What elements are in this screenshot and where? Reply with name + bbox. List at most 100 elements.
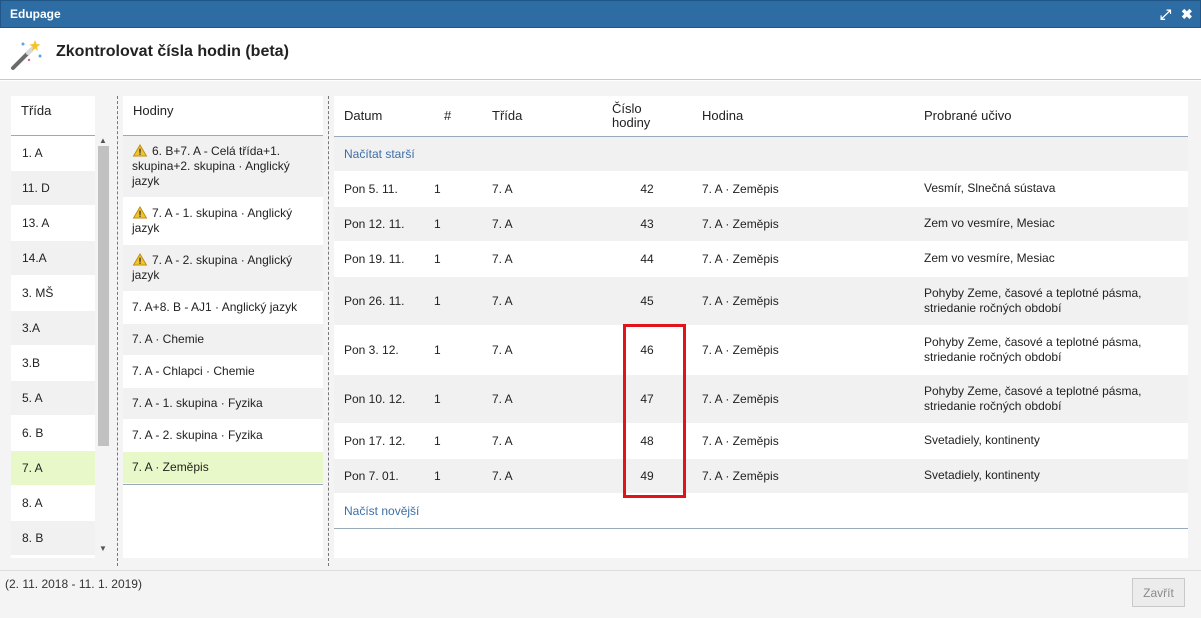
lesson-item[interactable]: 7. A - 2. skupina · Anglický jazyk	[123, 245, 323, 292]
cell-class: 7. A	[482, 206, 602, 242]
close-button[interactable]: Zavřít	[1132, 578, 1185, 607]
dialog-body: Třída 1. A 11. D 13. A 14.A 3. MŠ 3.A 3.B 5. A6…	[0, 81, 1201, 570]
cell-lesson: 7. A · Zeměpis	[692, 325, 914, 375]
lesson-item[interactable]: 7. A+8. B - AJ1 · Anglický jazyk	[123, 292, 323, 324]
scroll-up-icon[interactable]: ▲	[99, 136, 107, 145]
lesson-list: Hodiny 6. B+7. A - Celá třída+1. skupina…	[123, 96, 323, 558]
class-item[interactable]: 6. B	[11, 416, 95, 451]
cell-date: Pon 12. 11.	[334, 206, 434, 242]
cell-class: 7. A	[482, 325, 602, 375]
close-icon[interactable]: ✖	[1181, 5, 1193, 23]
class-item[interactable]: 8. B	[11, 521, 95, 556]
cell-topic: Pohyby Zeme, časové a teplotné pásma, st…	[914, 276, 1188, 326]
cell-hash: 1	[434, 241, 482, 277]
cell-date: Pon 10. 12.	[334, 374, 434, 424]
table-row[interactable]: Pon 17. 12. 1 7. A 48 7. A · Zeměpis Svetadie…	[334, 423, 1188, 459]
class-item[interactable]: 14.A	[11, 241, 95, 276]
cell-class: 7. A	[482, 171, 602, 207]
lesson-item-label: 6. B+7. A - Celá třída+1. skupina+2. sku…	[132, 144, 290, 188]
table-row[interactable]: Pon 12. 11. 1 7. A 43 7. A · Zeměpis Zem vo v…	[334, 206, 1188, 242]
class-item[interactable]: 11. D	[11, 171, 95, 206]
maximize-icon[interactable]: ⤢	[1160, 5, 1171, 23]
cell-topic: Svetadiely, kontinenty	[914, 423, 1188, 459]
cell-hash: 1	[434, 458, 482, 494]
header-topic: Probrané učivo	[914, 96, 1188, 137]
class-item[interactable]: 1. A	[11, 136, 95, 171]
cell-hash: 1	[434, 171, 482, 207]
column-divider	[117, 96, 118, 566]
table-row[interactable]: Pon 7. 01. 1 7. A 49 7. A · Zeměpis Svetadiel…	[334, 458, 1188, 494]
header-class: Třída	[482, 96, 602, 137]
dialog-header: Zkontrolovat čísla hodin (beta)	[0, 28, 1201, 80]
header-lesson: Hodina	[692, 96, 914, 137]
cell-lesson-number: 45	[602, 276, 692, 326]
cell-lesson-number: 42	[602, 171, 692, 207]
header-hash: #	[434, 96, 482, 137]
cell-topic: Vesmír, Slnečná sústava	[914, 171, 1188, 207]
cell-topic: Zem vo vesmíre, Mesiac	[914, 206, 1188, 242]
class-item[interactable]: 3.A	[11, 311, 95, 346]
magic-wand-icon	[11, 40, 42, 70]
class-item[interactable]: 8. A	[11, 486, 95, 521]
scrollbar-thumb[interactable]	[98, 146, 109, 446]
cell-lesson-number: 43	[602, 206, 692, 242]
lesson-item[interactable]: 7. A - 1. skupina · Anglický jazyk	[123, 198, 323, 245]
cell-topic: Zem vo vesmíre, Mesiac	[914, 241, 1188, 277]
lesson-item[interactable]: 6. B+7. A - Celá třída+1. skupina+2. sku…	[123, 136, 323, 198]
cell-hash: 1	[434, 276, 482, 326]
cell-hash: 1	[434, 423, 482, 459]
cell-lesson: 7. A · Zeměpis	[692, 171, 914, 207]
load-older-link[interactable]: Načítat starší	[344, 147, 415, 161]
table-row[interactable]: Pon 5. 11. 1 7. A 42 7. A · Zeměpis Vesmír, S…	[334, 171, 1188, 207]
warning-icon	[132, 206, 148, 219]
warning-icon	[132, 253, 148, 266]
scroll-down-icon[interactable]: ▼	[99, 544, 107, 553]
dialog-title: Zkontrolovat čísla hodin (beta)	[56, 43, 289, 60]
header-date: Datum	[334, 96, 434, 137]
class-item[interactable]: 5. A	[11, 381, 95, 416]
load-newer-link[interactable]: Načíst novější	[344, 504, 419, 518]
warning-icon	[132, 144, 148, 157]
lesson-numbers-table: Datum # Třída Číslo hodiny Hodina Probra…	[334, 96, 1188, 558]
lesson-item[interactable]: 7. A · Zeměpis	[123, 452, 323, 484]
lesson-item-label: 7. A · Chemie	[132, 332, 205, 346]
cell-class: 7. A	[482, 458, 602, 494]
load-newer-row: Načíst novější	[334, 493, 1188, 529]
lesson-item-label: 7. A - 1. skupina · Fyzika	[132, 396, 263, 410]
cell-date: Pon 26. 11.	[334, 276, 434, 326]
lesson-item[interactable]: 7. A - 1. skupina · Fyzika	[123, 388, 323, 420]
table-row[interactable]: Pon 26. 11. 1 7. A 45 7. A · Zeměpis Pohyby Z…	[334, 276, 1188, 326]
load-older-row: Načítat starší	[334, 136, 1188, 172]
table-row[interactable]: Pon 10. 12. 1 7. A 47 7. A · Zeměpis Pohyby Z…	[334, 374, 1188, 424]
lesson-item[interactable]: 7. A · Chemie	[123, 324, 323, 356]
cell-topic: Pohyby Zeme, časové a teplotné pásma, st…	[914, 374, 1188, 424]
lesson-item-label: 7. A+8. B - AJ1 · Anglický jazyk	[132, 300, 298, 314]
lesson-item-label: 7. A - 2. skupina · Fyzika	[132, 428, 263, 442]
table-row[interactable]: Pon 19. 11. 1 7. A 44 7. A · Zeměpis Zem vo v…	[334, 241, 1188, 277]
cell-class: 7. A	[482, 423, 602, 459]
cell-hash: 1	[434, 374, 482, 424]
cell-date: Pon 19. 11.	[334, 241, 434, 277]
table-row[interactable]: Pon 3. 12. 1 7. A 46 7. A · Zeměpis Pohyby Ze…	[334, 325, 1188, 375]
lesson-item-label: 7. A · Zeměpis	[132, 460, 209, 474]
class-item[interactable]: 13. A	[11, 206, 95, 241]
class-item[interactable]: 3.B	[11, 346, 95, 381]
class-list-scrollbar[interactable]: ▲ ▼	[96, 136, 111, 558]
class-list-header: Třída	[11, 96, 95, 136]
window-title: Edupage	[10, 7, 61, 21]
cell-date: Pon 17. 12.	[334, 423, 434, 459]
cell-lesson: 7. A · Zeměpis	[692, 206, 914, 242]
cell-hash: 1	[434, 206, 482, 242]
lesson-item[interactable]: 7. A - 2. skupina · Fyzika	[123, 420, 323, 452]
date-range: (2. 11. 2018 - 11. 1. 2019)	[5, 577, 142, 591]
cell-class: 7. A	[482, 241, 602, 277]
cell-date: Pon 7. 01.	[334, 458, 434, 494]
cell-lesson: 7. A · Zeměpis	[692, 374, 914, 424]
window-titlebar: Edupage ⤢ ✖	[0, 0, 1201, 28]
class-item[interactable]: 3. MŠ	[11, 276, 95, 311]
lesson-item[interactable]: 7. A - Chlapci · Chemie	[123, 356, 323, 388]
lesson-item-label: 7. A - 1. skupina · Anglický jazyk	[132, 206, 293, 235]
cell-lesson: 7. A · Zeměpis	[692, 458, 914, 494]
cell-hash: 1	[434, 325, 482, 375]
class-item[interactable]: 7. A	[11, 451, 95, 486]
